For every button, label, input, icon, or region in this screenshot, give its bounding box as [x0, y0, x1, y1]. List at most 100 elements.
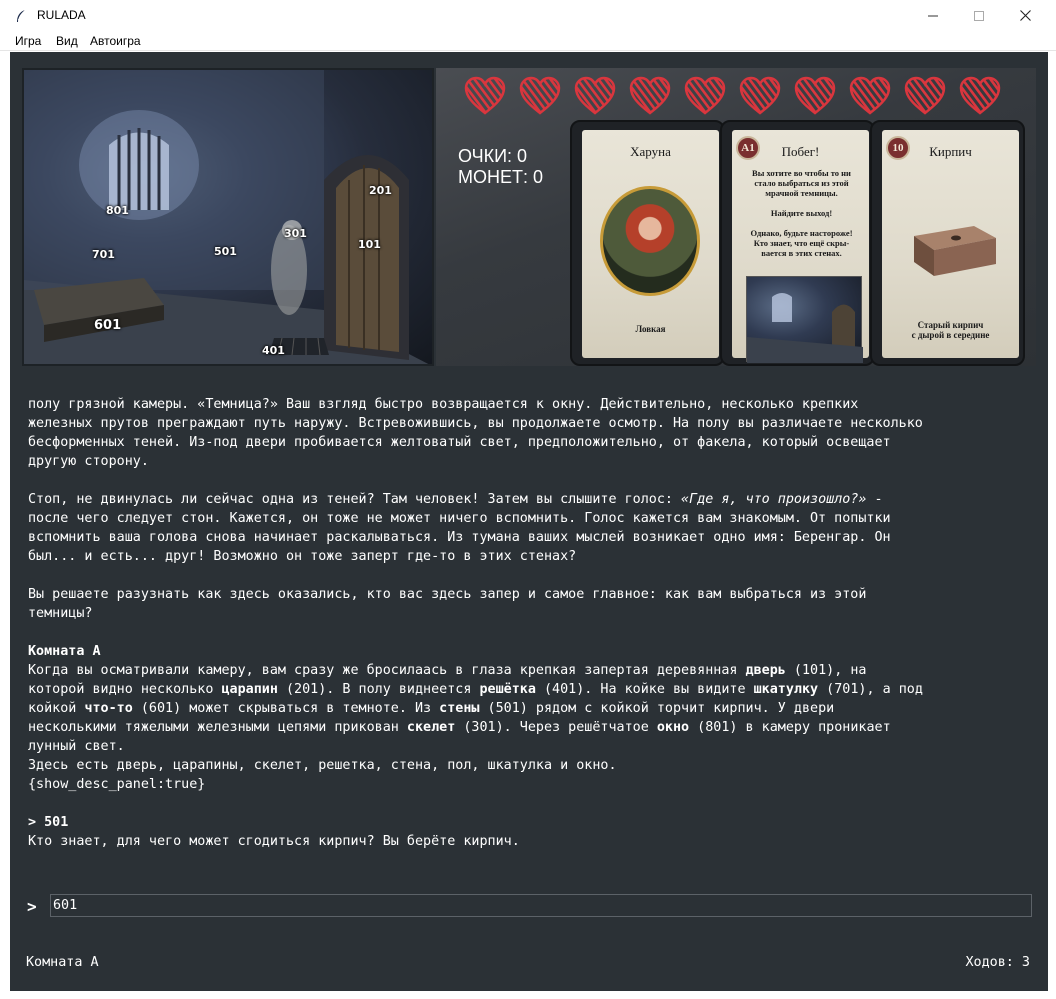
quest-card[interactable]: A1 Побег! Вы хотите во чтобы то ни стало… — [720, 120, 875, 366]
hotspot-under-bed[interactable]: 601 — [94, 318, 121, 333]
heart-icon — [464, 76, 506, 115]
story-text: Когда вы осматривали камеру, вам сразу ж… — [28, 663, 746, 678]
hotspot-grate[interactable]: 401 — [262, 344, 285, 357]
story-log: полу грязной камеры. «Темница?» Ваш взгл… — [28, 395, 1028, 851]
story-quote: «Где я, что произошло?» — [681, 492, 867, 507]
story-line: после чего следует стон. Кажется, он тож… — [28, 511, 891, 526]
maximize-button[interactable] — [956, 0, 1002, 31]
hotspot-skeleton[interactable]: 301 — [284, 227, 307, 240]
heart-icon — [849, 76, 891, 115]
dungeon-scene-image[interactable]: 801 701 501 301 201 101 601 401 — [22, 68, 434, 366]
story-text: Стоп, не двинулась ли сейчас одна из тен… — [28, 492, 682, 507]
story-line: вспомнить ваша голова снова начинает рас… — [28, 530, 891, 545]
keyword-door: дверь — [745, 663, 786, 678]
character-card-caption: Ловкая — [635, 324, 666, 334]
quest-card-line: Вы хотите во чтобы то ни — [752, 168, 851, 178]
heart-icon — [519, 76, 561, 115]
story-text: (101), на — [785, 663, 867, 678]
item-card-title: Кирпич — [929, 144, 972, 159]
story-line: был... и есть... друг! Возможно он тоже … — [28, 549, 577, 564]
quest-card-image — [746, 276, 863, 363]
story-line: темницы? — [28, 606, 93, 621]
item-card-caption-line: с дырой в середине — [911, 330, 990, 340]
menu-view[interactable]: Вид — [56, 34, 78, 48]
quest-card-spacer — [738, 198, 865, 208]
keyword-window: окно — [656, 720, 690, 735]
maximize-icon — [974, 10, 984, 21]
score-display: ОЧКИ: 0 МОНЕТ: 0 — [458, 146, 543, 188]
story-line: железных прутов преграждают путь наружу.… — [28, 416, 923, 431]
room-heading-text: Комната А — [28, 644, 101, 659]
item-card-face: 10 Кирпич Старый кирпич с дырой в середи… — [882, 130, 1019, 358]
status-panel: ОЧКИ: 0 МОНЕТ: 0 Харуна Ловкая A1 Побег!… — [436, 68, 1036, 366]
close-button[interactable] — [1002, 0, 1048, 31]
quest-card-face: A1 Побег! Вы хотите во чтобы то ни стало… — [732, 130, 869, 363]
story-line: койкой что-то (601) может скрываться в т… — [28, 699, 1028, 718]
keyword-grate: решётка — [479, 682, 536, 697]
command-echo: > 501 — [28, 813, 1028, 832]
story-text: которой видно несколько — [28, 682, 222, 697]
story-text: - — [866, 492, 883, 507]
current-room-label: Комната А — [26, 955, 99, 970]
command-input[interactable] — [50, 894, 1032, 917]
item-card-caption-line: Старый кирпич — [917, 320, 984, 330]
story-text: (301). Через решётчатое — [455, 720, 657, 735]
score-line: ОЧКИ: 0 — [458, 146, 528, 166]
hotspot-scratches[interactable]: 201 — [369, 184, 392, 197]
hotspot-wall[interactable]: 501 — [214, 245, 237, 258]
story-text: (501) рядом с койкой торчит кирпич. У дв… — [479, 701, 835, 716]
character-card[interactable]: Харуна Ловкая — [570, 120, 725, 366]
story-text: (601) может скрываться в темноте. Из — [132, 701, 440, 716]
quest-card-body: Вы хотите во чтобы то ни стало выбраться… — [738, 168, 865, 258]
keyword-skeleton: скелет — [406, 720, 456, 735]
heart-icon — [959, 76, 1001, 115]
story-text: (801) в камеру проникает — [689, 720, 891, 735]
quest-card-line: стало выбраться из этой — [754, 178, 849, 188]
quest-card-line: мрачной темницы. — [765, 188, 838, 198]
heart-icon — [904, 76, 946, 115]
story-line: лунный свет. — [28, 739, 125, 754]
hotspot-box[interactable]: 701 — [92, 248, 115, 261]
item-card[interactable]: 10 Кирпич Старый кирпич с дырой в середи… — [870, 120, 1025, 366]
menu-bar: Игра Вид Автоигра — [0, 31, 1056, 51]
story-line: которой видно несколько царапин (201). В… — [28, 680, 1028, 699]
story-line: {show_desc_panel:true} — [28, 777, 206, 792]
quest-card-illustration — [747, 293, 863, 363]
moves-counter: Ходов: 3 — [965, 955, 1031, 970]
story-line: Когда вы осматривали камеру, вам сразу ж… — [28, 661, 1028, 680]
menu-game[interactable]: Игра — [15, 34, 41, 48]
heart-icon — [574, 76, 616, 115]
command-result: Кто знает, для чего может сгодиться кирп… — [28, 834, 520, 849]
story-gap — [28, 794, 1028, 813]
story-gap — [28, 471, 1028, 490]
keyword-wall: стены — [439, 701, 480, 716]
command-echo-text: > 501 — [28, 815, 69, 830]
quest-card-line: вается в этих стенах. — [761, 248, 842, 258]
room-heading: Комната А — [28, 642, 1028, 661]
keyword-box: шкатулку — [753, 682, 819, 697]
character-card-face: Харуна Ловкая — [582, 130, 719, 358]
window-title: RULADA — [37, 8, 86, 22]
character-card-title: Харуна — [630, 144, 671, 159]
keyword-scratches: царапин — [221, 682, 278, 697]
story-line: бесформенных теней. Из-под двери пробива… — [28, 435, 891, 450]
heart-icon — [794, 76, 836, 115]
quest-card-line: Найдите выход! — [770, 208, 833, 218]
minimize-button[interactable] — [910, 0, 956, 31]
story-text: несколькими тяжелыми железными цепями пр… — [28, 720, 407, 735]
story-text: койкой — [28, 701, 85, 716]
quest-card-line: Кто знает, что ещё скры- — [753, 238, 850, 248]
menu-autoplay[interactable]: Автоигра — [90, 34, 141, 48]
story-text: (701), а под — [818, 682, 923, 697]
heart-icon — [629, 76, 671, 115]
story-line: Здесь есть дверь, царапины, скелет, реше… — [28, 758, 617, 773]
coins-line: МОНЕТ: 0 — [458, 167, 544, 187]
game-area: 801 701 501 301 201 101 601 401 ОЧКИ: 0 … — [10, 52, 1048, 991]
character-portrait — [600, 186, 700, 296]
minimize-icon — [928, 15, 938, 16]
hotspot-door[interactable]: 101 — [358, 238, 381, 251]
heart-icon — [684, 76, 726, 115]
story-line: несколькими тяжелыми железными цепями пр… — [28, 718, 1028, 737]
story-line: полу грязной камеры. «Темница?» Ваш взгл… — [28, 397, 859, 412]
hotspot-window[interactable]: 801 — [106, 204, 129, 217]
